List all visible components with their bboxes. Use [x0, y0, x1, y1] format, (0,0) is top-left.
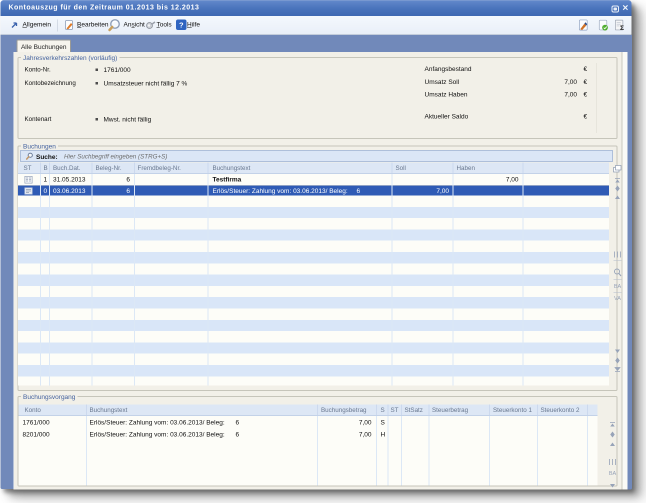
svg-text:?: ?: [179, 21, 184, 30]
svg-text:Σ: Σ: [620, 25, 624, 32]
